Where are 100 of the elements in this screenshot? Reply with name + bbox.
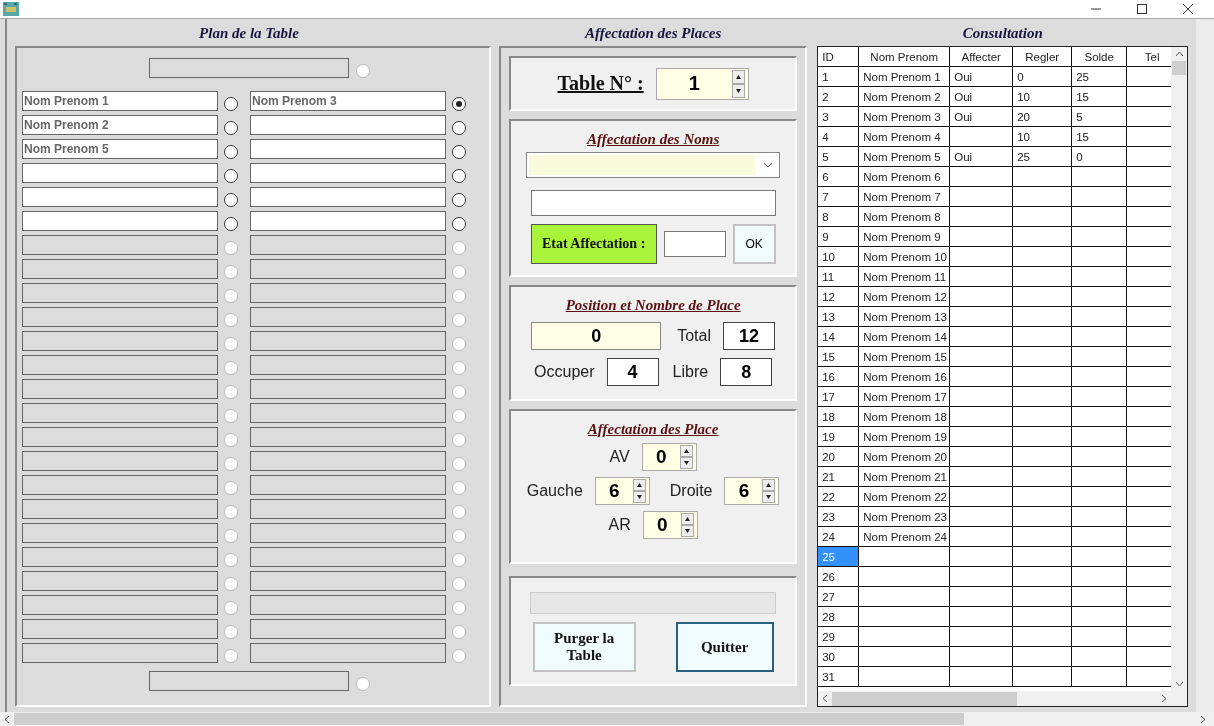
table-cell — [949, 186, 1013, 207]
seat-field[interactable] — [149, 58, 349, 78]
chevron-right-icon[interactable] — [1200, 714, 1206, 724]
occupied-field: 4 — [606, 358, 659, 386]
close-icon[interactable] — [1182, 3, 1194, 15]
chevron-left-icon[interactable] — [822, 694, 829, 703]
seat-field[interactable]: Nom Prenom 3 — [250, 91, 446, 111]
table-cell — [1012, 206, 1072, 227]
table-cell: 5 — [1071, 106, 1127, 127]
text-field[interactable] — [530, 190, 776, 216]
seat-field[interactable] — [250, 211, 446, 231]
back-label: AR — [608, 516, 631, 534]
table-cell — [1071, 186, 1127, 207]
table-cell — [1071, 286, 1127, 307]
chevron-left-icon[interactable] — [4, 714, 10, 724]
table-cell: Oui — [949, 146, 1013, 167]
table-cell — [949, 246, 1013, 267]
back-spinner[interactable]: 0 — [642, 511, 698, 539]
spin-arrows-icon[interactable] — [731, 69, 745, 98]
radio-button[interactable] — [452, 96, 466, 111]
seat-field[interactable] — [250, 115, 446, 135]
seat-field[interactable] — [250, 163, 446, 183]
purge-button[interactable]: Purger la Table — [532, 622, 636, 672]
front-spinner[interactable]: 0 — [641, 443, 697, 471]
table-cell — [1012, 266, 1072, 287]
quit-button[interactable]: Quitter — [675, 622, 774, 672]
radio-button[interactable] — [224, 168, 238, 183]
scrollbar-thumb[interactable] — [14, 713, 964, 725]
table-cell — [949, 606, 1013, 627]
table-cell: Nom Prenom 4 — [858, 126, 950, 147]
radio-button[interactable] — [224, 120, 238, 135]
chevron-down-icon[interactable] — [763, 162, 774, 168]
name-dropdown[interactable] — [526, 152, 781, 178]
free-field: 8 — [720, 358, 773, 386]
table-number-spinner[interactable]: 1 — [655, 67, 749, 100]
seat-field[interactable] — [22, 211, 218, 231]
seat-field[interactable] — [22, 187, 218, 207]
maximize-icon[interactable] — [1136, 3, 1148, 15]
radio-button[interactable] — [452, 168, 466, 183]
table-cell — [1071, 246, 1127, 267]
column-header[interactable]: Regler — [1012, 47, 1072, 67]
table-cell — [1071, 566, 1127, 587]
table-cell: 10 — [1012, 126, 1072, 147]
column-header[interactable]: Solde — [1071, 47, 1127, 67]
window-scrollbar[interactable] — [0, 712, 1214, 726]
table-cell — [949, 226, 1013, 247]
chevron-right-icon[interactable] — [1161, 694, 1168, 703]
table-cell — [1012, 186, 1072, 207]
table-cell — [949, 346, 1013, 367]
chevron-up-icon[interactable] — [1174, 51, 1184, 57]
radio-button[interactable] — [224, 216, 238, 231]
table-cell: 4 — [818, 126, 859, 147]
column-header[interactable]: Nom Prenom — [858, 47, 950, 67]
table-cell — [949, 486, 1013, 507]
radio-button[interactable] — [224, 192, 238, 207]
table-cell: 9 — [818, 226, 859, 247]
table-cell: 25 — [1071, 66, 1127, 87]
seat-field[interactable]: Nom Prenom 1 — [22, 91, 218, 111]
radio-button[interactable] — [224, 144, 238, 159]
right-spinner[interactable]: 6 — [724, 477, 780, 505]
table-cell — [1012, 386, 1072, 407]
table-cell: Nom Prenom 14 — [858, 326, 950, 347]
scrollbar-thumb[interactable] — [832, 691, 1018, 706]
table-cell — [1012, 506, 1072, 527]
seat-field[interactable]: Nom Prenom 2 — [22, 115, 218, 135]
table-cell: Nom Prenom 12 — [858, 286, 950, 307]
position-field[interactable]: 0 — [531, 322, 662, 350]
table-cell: 25 — [1012, 146, 1072, 167]
column-header[interactable]: ID — [818, 47, 859, 67]
seat-field[interactable] — [22, 163, 218, 183]
radio-button[interactable] — [224, 96, 238, 111]
spin-arrows-icon[interactable] — [680, 513, 694, 537]
left-spinner[interactable]: 6 — [594, 477, 650, 505]
seat-field[interactable]: Nom Prenom 5 — [22, 139, 218, 159]
chevron-down-icon[interactable] — [1174, 681, 1184, 687]
status-field[interactable] — [663, 231, 726, 257]
table-cell: 6 — [818, 166, 859, 187]
column-header[interactable]: Affecter — [949, 47, 1013, 67]
free-label: Libre — [672, 363, 709, 381]
radio-button[interactable] — [452, 144, 466, 159]
seat-field[interactable] — [149, 671, 349, 691]
table-cell — [949, 206, 1013, 227]
radio-button[interactable] — [452, 192, 466, 207]
spin-arrows-icon[interactable] — [632, 479, 646, 503]
ok-button[interactable]: OK — [732, 224, 776, 264]
seat-field[interactable] — [250, 139, 446, 159]
table-cell: Nom Prenom 17 — [858, 386, 950, 407]
scrollbar-thumb[interactable] — [1172, 61, 1187, 75]
radio-button[interactable] — [452, 120, 466, 135]
table-cell: 15 — [1071, 126, 1127, 147]
spin-arrows-icon[interactable] — [679, 445, 693, 469]
table-cell — [949, 326, 1013, 347]
seat-field[interactable] — [250, 187, 446, 207]
table-cell: 19 — [818, 426, 859, 447]
table-cell — [1071, 366, 1127, 387]
radio-button[interactable] — [452, 216, 466, 231]
section-heading: Affectation des Place — [587, 421, 719, 438]
table-cell — [949, 266, 1013, 287]
status-label: Etat Affectation : — [530, 224, 657, 264]
spin-arrows-icon[interactable] — [762, 479, 776, 503]
